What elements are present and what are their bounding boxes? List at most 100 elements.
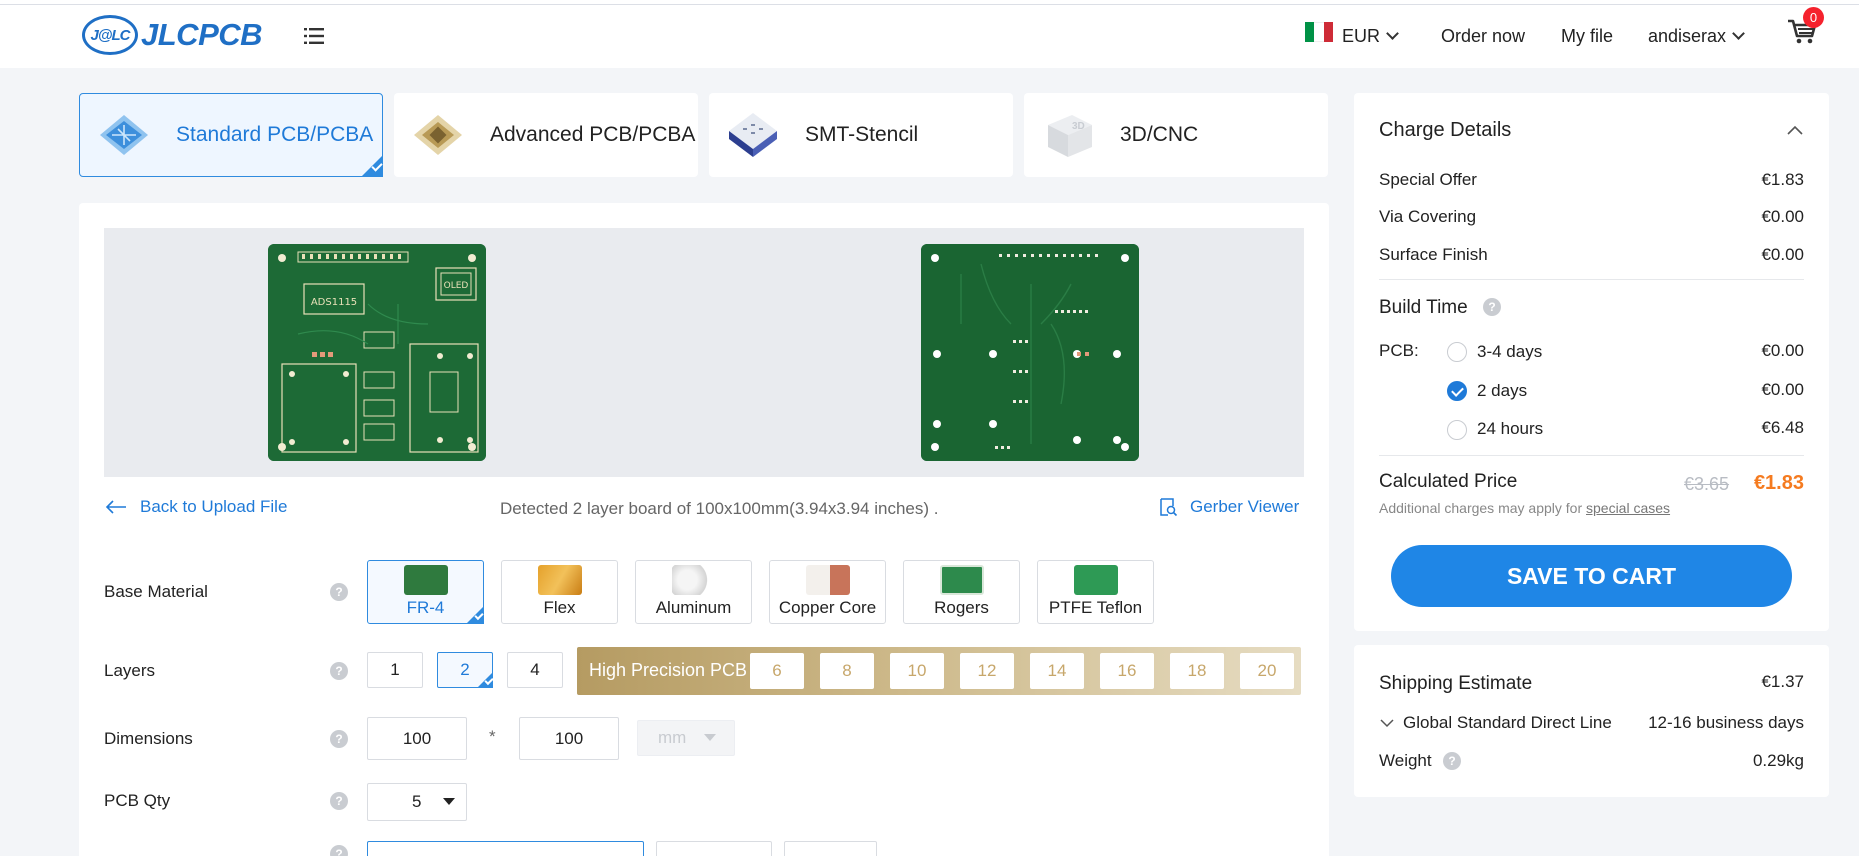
material-copper-core[interactable]: Copper Core — [769, 560, 886, 624]
next-option[interactable] — [656, 841, 772, 856]
next-option-selected[interactable] — [367, 841, 644, 856]
tab-standard-pcb[interactable]: Standard PCB/PCBA — [79, 93, 383, 177]
menu-list-icon[interactable] — [302, 24, 326, 48]
help-icon[interactable]: ? — [1443, 752, 1461, 770]
layer-option-label: 2 — [460, 660, 470, 679]
shipping-title: Shipping Estimate — [1379, 673, 1533, 694]
user-menu[interactable]: andiserax — [1648, 26, 1745, 47]
help-icon[interactable]: ? — [330, 583, 348, 601]
jlcpcb-logo[interactable]: J@LC JLCPCB — [82, 15, 263, 55]
layer-option-8[interactable]: 8 — [820, 653, 874, 689]
build-option-price: €0.00 — [1761, 380, 1804, 399]
selected-check-icon — [477, 672, 493, 688]
tab-smt-stencil[interactable]: SMT-Stencil — [709, 93, 1013, 177]
help-icon[interactable]: ? — [1483, 298, 1501, 316]
pcb-qty-value: 5 — [412, 792, 422, 811]
material-label: Copper Core — [778, 598, 877, 617]
logo-text: JLCPCB — [141, 17, 263, 52]
shipping-price: €1.37 — [1761, 672, 1804, 691]
ptfe-board-icon — [1073, 565, 1118, 595]
pcb-front-preview[interactable]: OLED ADS1115 — [268, 244, 486, 461]
help-icon[interactable]: ? — [330, 845, 348, 856]
unit-select[interactable]: mm — [637, 720, 735, 756]
layer-option-10[interactable]: 10 — [890, 653, 944, 689]
smt-stencil-icon — [729, 113, 777, 157]
shipping-days: 12-16 business days — [1648, 713, 1804, 732]
charge-value: €1.83 — [1761, 170, 1804, 189]
help-icon[interactable]: ? — [330, 662, 348, 680]
high-precision-label: High Precision PCB — [589, 660, 748, 680]
layer-option-16[interactable]: 16 — [1100, 653, 1154, 689]
material-label: Rogers — [934, 598, 989, 617]
chevron-down-icon — [1380, 719, 1394, 728]
weight-value: 0.29kg — [1752, 751, 1804, 770]
chevron-up-icon[interactable] — [1786, 124, 1804, 136]
back-to-upload-link[interactable]: Back to Upload File — [104, 497, 287, 517]
shipping-method-toggle[interactable]: Global Standard Direct Line — [1379, 713, 1612, 733]
tab-label: Standard PCB/PCBA — [176, 123, 374, 146]
special-cases-link[interactable]: special cases — [1586, 500, 1670, 516]
layers-label: Layers — [104, 661, 156, 680]
next-option[interactable] — [784, 841, 877, 856]
build-radio-3-4-days[interactable] — [1447, 342, 1467, 362]
layer-option-6[interactable]: 6 — [750, 653, 804, 689]
charge-label: Via Covering — [1379, 207, 1477, 226]
charge-row-surface-finish: Surface Finish €0.00 — [1379, 245, 1804, 265]
layer-option-20[interactable]: 20 — [1240, 653, 1294, 689]
material-fr4[interactable]: FR-4 — [367, 560, 484, 624]
my-file-link[interactable]: My file — [1561, 26, 1613, 47]
gerber-viewer-label: Gerber Viewer — [1190, 497, 1300, 516]
layer-option-4[interactable]: 4 — [507, 652, 563, 688]
svg-text:3D: 3D — [1072, 121, 1085, 132]
material-label: Aluminum — [655, 598, 732, 617]
help-icon[interactable]: ? — [330, 730, 348, 748]
build-option-label: 2 days — [1477, 381, 1528, 400]
width-input[interactable]: 100 — [367, 717, 467, 760]
base-material-label: Base Material — [104, 582, 208, 601]
additional-charges-note: Additional charges may apply for special… — [1379, 500, 1670, 516]
aluminum-board-icon — [671, 565, 716, 595]
gerber-viewer-link[interactable]: Gerber Viewer — [1158, 497, 1299, 517]
tab-label: Advanced PCB/PCBA — [490, 123, 696, 146]
build-radio-24-hours[interactable] — [1447, 420, 1467, 440]
note-text: Additional charges may apply for — [1379, 500, 1583, 516]
calculated-price: €1.83 — [1753, 472, 1804, 494]
pcb-qty-select[interactable]: 5 — [367, 783, 467, 821]
cart-count-badge: 0 — [1803, 7, 1824, 28]
charge-details-title: Charge Details — [1379, 119, 1512, 141]
logo-badge: J@LC — [82, 15, 138, 55]
layer-option-1[interactable]: 1 — [367, 652, 423, 688]
advanced-pcb-icon — [414, 115, 462, 155]
height-input[interactable]: 100 — [519, 717, 619, 760]
divider — [1379, 455, 1804, 456]
tab-3d-cnc[interactable]: 3D 3D/CNC — [1024, 93, 1328, 177]
build-option-label: 3-4 days — [1477, 342, 1543, 361]
layer-option-12[interactable]: 12 — [960, 653, 1014, 689]
back-link-label: Back to Upload File — [140, 497, 288, 516]
material-rogers[interactable]: Rogers — [903, 560, 1020, 624]
layer-option-18[interactable]: 18 — [1170, 653, 1224, 689]
material-aluminum[interactable]: Aluminum — [635, 560, 752, 624]
order-now-link[interactable]: Order now — [1441, 26, 1525, 47]
material-ptfe-teflon[interactable]: PTFE Teflon — [1037, 560, 1154, 624]
charge-value: €0.00 — [1761, 207, 1804, 226]
calculated-price-label: Calculated Price — [1379, 471, 1518, 492]
pcb-back-preview[interactable] — [921, 244, 1139, 461]
material-flex[interactable]: Flex — [501, 560, 618, 624]
layer-option-14[interactable]: 14 — [1030, 653, 1084, 689]
help-icon[interactable]: ? — [330, 792, 348, 810]
tab-label: 3D/CNC — [1120, 123, 1199, 146]
unit-label: mm — [658, 728, 687, 747]
fr4-board-icon — [403, 565, 448, 595]
oled-label: OLED — [444, 281, 469, 291]
tab-advanced-pcb[interactable]: Advanced PCB/PCBA — [394, 93, 698, 177]
flex-board-icon — [537, 565, 582, 595]
tab-label: SMT-Stencil — [805, 123, 919, 146]
arrow-left-icon — [105, 500, 126, 514]
build-radio-2-days[interactable] — [1447, 381, 1467, 401]
currency-selector[interactable]: EUR — [1342, 26, 1399, 47]
layer-option-2[interactable]: 2 — [437, 652, 493, 688]
caret-down-icon — [443, 798, 456, 805]
save-to-cart-button[interactable]: SAVE TO CART — [1391, 545, 1792, 607]
detected-board-info: Detected 2 layer board of 100x100mm(3.94… — [500, 499, 939, 518]
